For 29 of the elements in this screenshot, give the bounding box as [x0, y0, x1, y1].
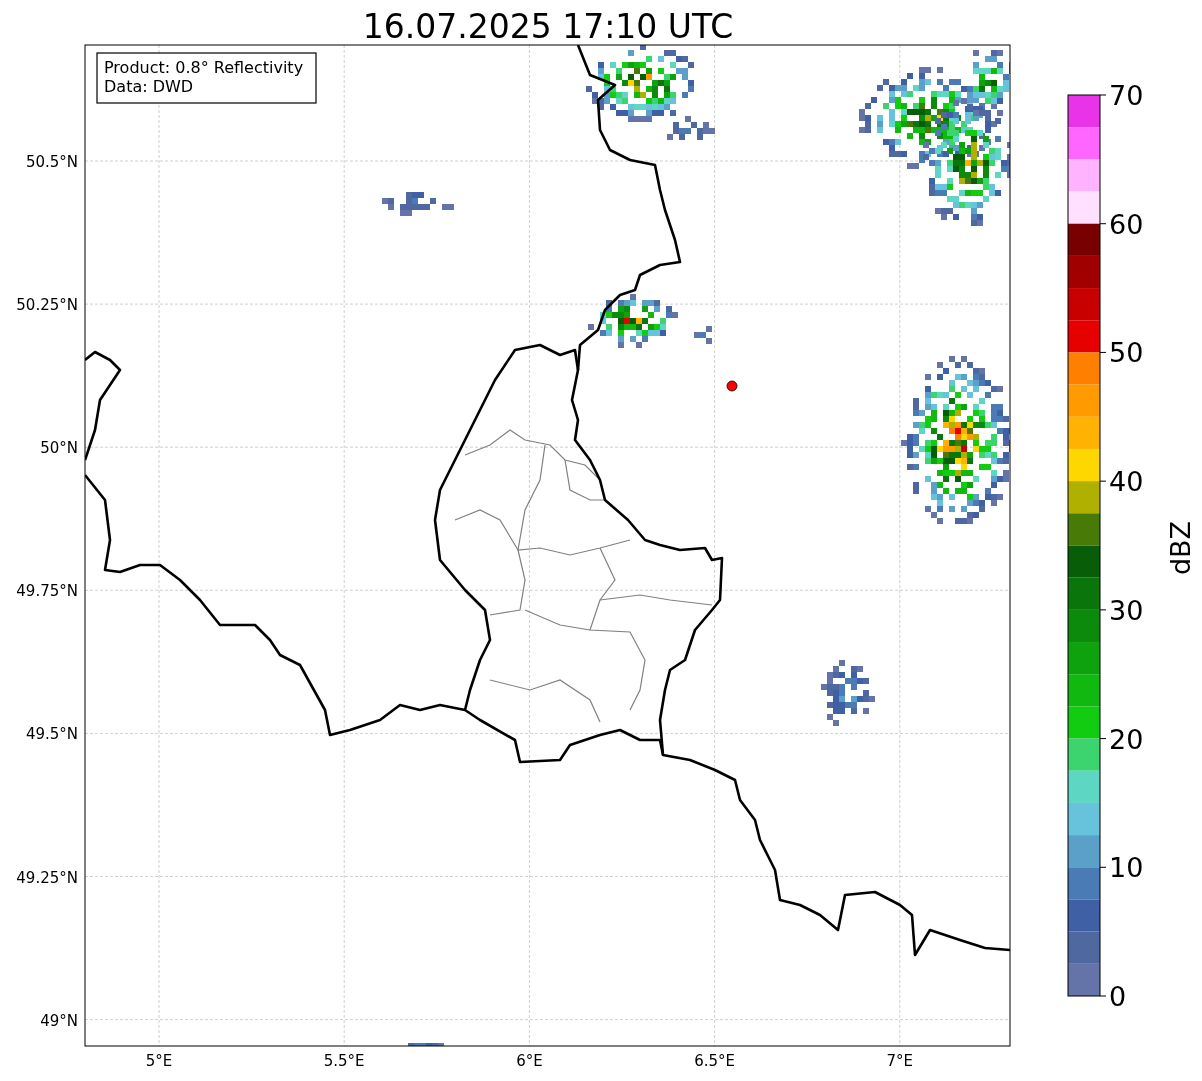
longitude-label: 6.5°E — [694, 1052, 735, 1070]
colorbar-tick-label: 40 — [1109, 466, 1144, 498]
longitude-label: 7°E — [886, 1052, 914, 1070]
colorbar-tick-label: 70 — [1109, 80, 1144, 111]
latitude-label: 50.25°N — [16, 296, 78, 315]
info-text: Data: DWD — [104, 77, 194, 96]
latitude-label: 49.25°N — [16, 868, 78, 887]
location-marker — [726, 380, 738, 392]
radar-echo-drawing — [408, 1043, 444, 1046]
colorbar-tick-label: 10 — [1109, 852, 1144, 884]
longitude-label: 5°E — [145, 1052, 173, 1070]
colorbar-tick-label: 20 — [1109, 723, 1144, 755]
radar-echo-drawing — [821, 660, 875, 726]
latitude-label: 50°N — [40, 439, 78, 458]
colorbar-tick-label: 60 — [1109, 208, 1144, 240]
latitude-label: 49.5°N — [25, 725, 78, 744]
colorbar-tick-label: 30 — [1109, 594, 1144, 626]
info-text: Product: 0.8° Reflectivity — [104, 58, 304, 77]
colorbar-label: dBZ — [1165, 520, 1196, 576]
latitude-label: 49.75°N — [16, 582, 78, 601]
colorbar-tick-label: 50 — [1109, 337, 1144, 369]
latitude-label: 49°N — [40, 1011, 78, 1030]
radar-echo-drawing — [694, 326, 712, 344]
longitude-label: 6°E — [516, 1052, 543, 1070]
radar-echo-drawing — [382, 192, 454, 216]
latitude-label: 50.5°N — [25, 153, 78, 171]
chart-title: 16.07.2025 17:10 UTC — [362, 7, 734, 46]
longitude-label: 5.5°E — [323, 1052, 365, 1070]
colorbar-tick-label: 0 — [1109, 981, 1127, 1012]
